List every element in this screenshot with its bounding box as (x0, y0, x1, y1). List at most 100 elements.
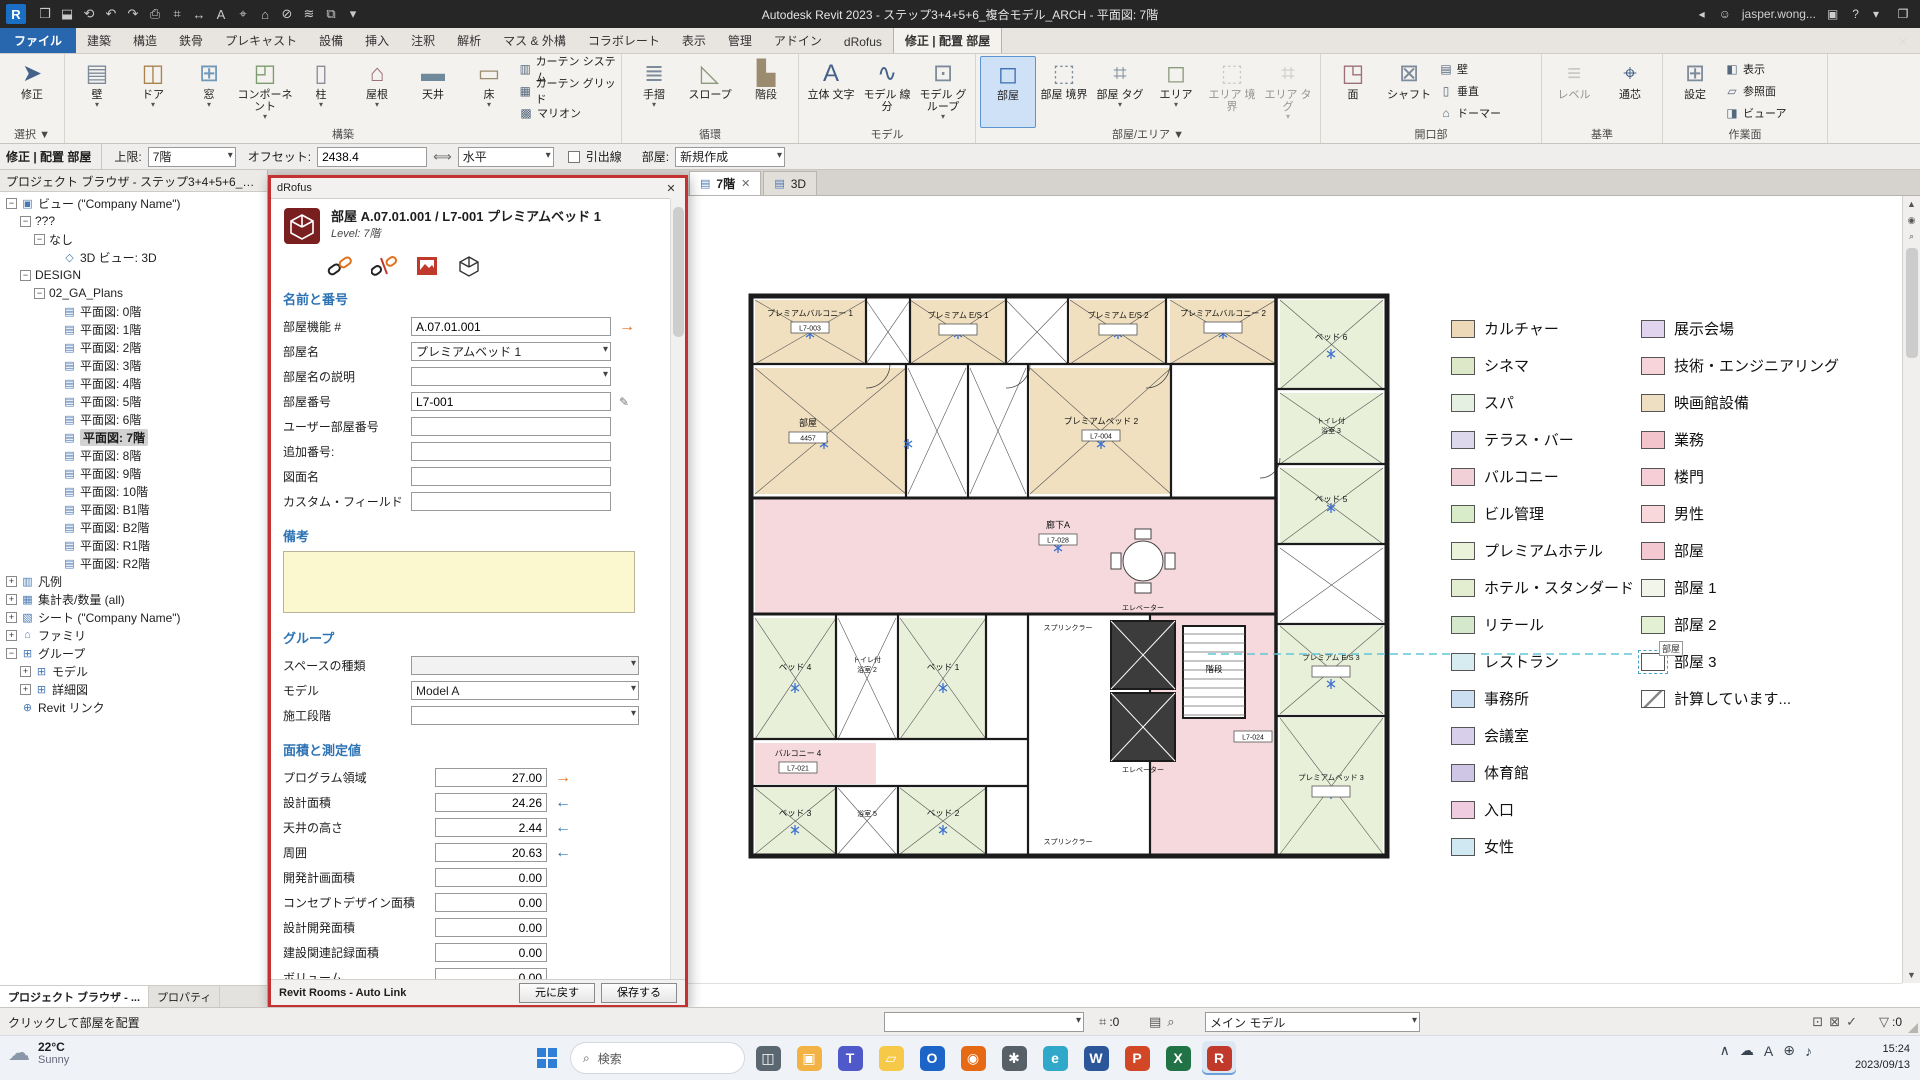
drag-on-selection-toggle[interactable]: ✓ (1843, 1014, 1860, 1030)
ribbon-button[interactable]: ▭床▾ (461, 56, 517, 128)
ribbon-button[interactable]: ⌂ドーマー (1437, 102, 1537, 124)
offset-input[interactable] (317, 147, 427, 167)
volume-icon[interactable]: ♪ (1805, 1043, 1812, 1059)
ribbon-button[interactable]: ≡レベル (1546, 56, 1602, 128)
ribbon-button[interactable]: ◳面 (1325, 56, 1381, 128)
editable-only-toggle[interactable]: ⌗ :0 (1096, 1012, 1119, 1032)
tree-item[interactable]: −▣ビュー ("Company Name") (0, 194, 267, 212)
tree-item[interactable]: +▦集計表/数量 (all) (0, 590, 267, 608)
field-select[interactable]: Model A (411, 681, 639, 700)
customize-quick-access-icon[interactable]: ▾ (342, 6, 364, 22)
sync-with-central-icon[interactable]: ⟲ (78, 6, 100, 22)
room-combo[interactable]: 新規作成 (675, 147, 785, 167)
folder-icon[interactable]: ▱ (874, 1041, 908, 1075)
ribbon-tab[interactable]: アドイン (763, 28, 833, 53)
ribbon-tab[interactable]: 表示 (671, 28, 717, 53)
tree-item[interactable]: −なし (0, 230, 267, 248)
help-icon[interactable]: ? (1845, 7, 1866, 21)
ribbon-button[interactable]: ⊠シャフト (1381, 56, 1437, 128)
tree-item[interactable]: ▤平面図: 4階 (0, 374, 267, 392)
navigation-wheel-icon[interactable]: ◉ (1904, 212, 1920, 228)
ribbon-tab[interactable]: プレキャスト (214, 28, 308, 53)
pull-from-revit-icon[interactable]: ← (555, 819, 571, 837)
selection-filter[interactable]: ▽ :0 (1876, 1012, 1902, 1032)
revit-taskbar-icon[interactable]: R (1202, 1041, 1236, 1075)
hidden-icons-chevron[interactable]: ∧ (1720, 1042, 1730, 1059)
help-menu-arrow-icon[interactable]: ▾ (1866, 7, 1886, 21)
onedrive-icon[interactable]: ☁ (1740, 1042, 1754, 1059)
tree-item[interactable]: ▤平面図: 2階 (0, 338, 267, 356)
print-icon[interactable]: ⎙ (144, 6, 166, 22)
ribbon-button[interactable]: ⌗エリア タグ▾ (1260, 56, 1316, 128)
ribbon-button[interactable]: ⬚部屋 境界 (1036, 56, 1092, 128)
word-icon[interactable]: W (1079, 1041, 1113, 1075)
ribbon-tab[interactable]: 設備 (308, 28, 354, 53)
ribbon-tab[interactable]: 管理 (717, 28, 763, 53)
ribbon-tab[interactable]: 構造 (122, 28, 168, 53)
scroll-up-icon[interactable]: ▲ (1904, 196, 1920, 212)
push-to-drofus-icon[interactable]: → (555, 769, 571, 787)
ribbon-button[interactable]: ⊞設定 (1667, 56, 1723, 128)
start-button[interactable] (530, 1041, 564, 1075)
link-icon[interactable] (327, 255, 353, 277)
tree-item[interactable]: ▤平面図: 8階 (0, 446, 267, 464)
expand-toggle-icon[interactable]: + (20, 666, 31, 677)
weather-widget[interactable]: ☁ 22°C Sunny (8, 1040, 69, 1066)
field-input[interactable] (411, 317, 611, 336)
ribbon-button[interactable]: ▱参照面 (1723, 80, 1823, 102)
tree-item[interactable]: −??? (0, 212, 267, 230)
field-input[interactable] (411, 467, 611, 486)
design-options-icon[interactable]: ⌕ (1164, 1014, 1177, 1030)
thin-lines-icon[interactable]: ≋ (298, 6, 320, 22)
scroll-down-icon[interactable]: ▼ (1904, 967, 1920, 983)
tree-item[interactable]: −02_GA_Plans (0, 284, 267, 302)
ribbon-tab[interactable]: 挿入 (354, 28, 400, 53)
expand-toggle-icon[interactable]: − (20, 270, 31, 281)
revit-app-icon[interactable]: R (6, 4, 26, 24)
ribbon-button[interactable]: ◺スロープ (682, 56, 738, 128)
tree-item[interactable]: +▥凡例 (0, 572, 267, 590)
expand-toggle-icon[interactable]: + (6, 576, 17, 587)
ribbon-button[interactable]: ⌂屋根▾ (349, 56, 405, 128)
tree-item[interactable]: ▤平面図: B2階 (0, 518, 267, 536)
network-icon[interactable]: ⊕ (1783, 1042, 1795, 1059)
edit-icon[interactable]: ✎ (619, 395, 629, 409)
panel-tab[interactable]: プロジェクト ブラウザ - ... (0, 986, 149, 1007)
ribbon-button[interactable]: ▙階段 (738, 56, 794, 128)
upper-limit-combo[interactable]: 7階 (148, 147, 236, 167)
ribbon-button[interactable]: ◻エリア▾ (1148, 56, 1204, 128)
drofus-window-titlebar[interactable]: dRofus ✕ (271, 178, 685, 198)
model-cube-icon[interactable] (457, 255, 481, 277)
expand-toggle-icon[interactable]: − (34, 288, 45, 299)
view-tab[interactable]: ▤3D (763, 171, 817, 195)
tree-item[interactable]: ▤平面図: R1階 (0, 536, 267, 554)
field-input[interactable] (435, 818, 547, 837)
firefox-icon[interactable]: ◉ (956, 1041, 990, 1075)
aligned-dimension-icon[interactable]: ↔ (188, 7, 210, 22)
redo-icon[interactable]: ↷ (122, 6, 144, 22)
ribbon-button[interactable]: ≣手摺▾ (626, 56, 682, 128)
user-avatar-icon[interactable]: ☺ (1712, 7, 1738, 21)
push-to-drofus-icon[interactable]: → (619, 318, 635, 336)
text-icon[interactable]: A (210, 7, 232, 22)
taskbar-clock[interactable]: 15:24 2023/09/13 (1855, 1041, 1910, 1073)
undo-icon[interactable]: ↶ (100, 6, 122, 22)
ribbon-button[interactable]: ▬天井 (405, 56, 461, 128)
field-input[interactable] (435, 943, 547, 962)
ribbon-button[interactable]: ◻部屋 (980, 56, 1036, 128)
ribbon-button[interactable]: ▤壁▾ (69, 56, 125, 128)
tree-item[interactable]: −⊞グループ (0, 644, 267, 662)
ribbon-button[interactable]: A立体 文字 (803, 56, 859, 128)
tree-item[interactable]: +⌂ファミリ (0, 626, 267, 644)
powerpoint-icon[interactable]: P (1120, 1041, 1154, 1075)
notes-textarea[interactable] (283, 551, 635, 613)
open-icon[interactable]: ❒ (34, 6, 56, 22)
default-3d-view-icon[interactable]: ⌂ (254, 7, 276, 22)
expand-toggle-icon[interactable]: + (6, 612, 17, 623)
tree-item[interactable]: ▤平面図: 7階 (0, 428, 267, 446)
field-select[interactable] (411, 367, 611, 386)
close-tab-icon[interactable]: ✕ (741, 177, 750, 190)
ribbon-button[interactable]: ◨ビューア (1723, 102, 1823, 124)
image-icon[interactable] (415, 255, 439, 277)
ribbon-button[interactable]: ▤壁 (1437, 58, 1537, 80)
